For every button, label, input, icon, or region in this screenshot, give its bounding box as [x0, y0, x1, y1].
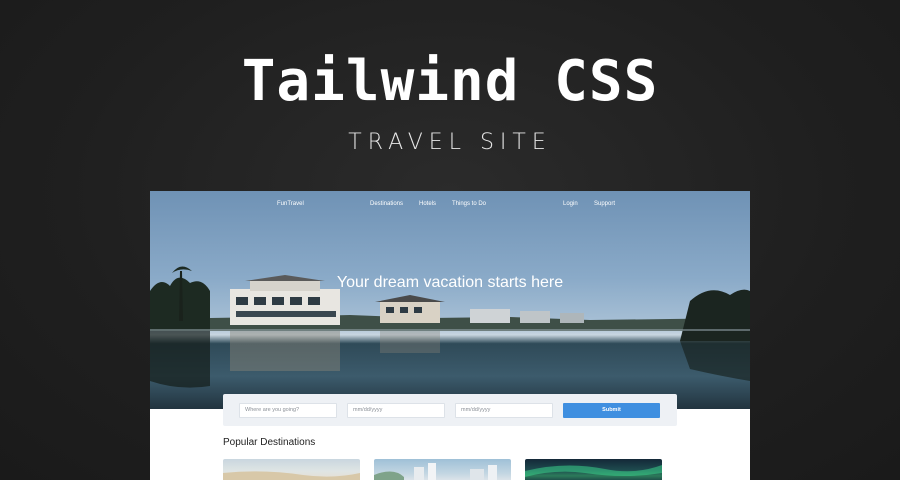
hero-landscape-image: [150, 266, 750, 388]
nav-link-destinations[interactable]: Destinations: [370, 200, 403, 208]
banner-subtitle: TRAVEL SITE: [348, 130, 552, 155]
submit-button[interactable]: Submit: [563, 403, 660, 418]
hero-heading: Your dream vacation starts here: [336, 274, 564, 291]
checkin-date-input[interactable]: mm/dd/yyyy: [347, 403, 445, 418]
destination-input[interactable]: Where are you going?: [239, 403, 337, 418]
brand-logo[interactable]: FunTravel: [277, 200, 304, 208]
destination-card-image: [525, 465, 662, 477]
destination-card-image: [223, 471, 360, 480]
top-nav: FunTravel Destinations Hotels Things to …: [150, 191, 750, 215]
checkout-date-input[interactable]: mm/dd/yyyy: [455, 403, 553, 418]
hero-section: FunTravel Destinations Hotels Things to …: [150, 191, 750, 409]
nav-link-hotels[interactable]: Hotels: [419, 200, 436, 208]
popular-destinations-heading: Popular Destinations: [223, 437, 316, 448]
nav-link-things-to-do[interactable]: Things to Do: [452, 200, 486, 208]
destination-card-image: [374, 463, 497, 480]
destination-card[interactable]: [374, 459, 511, 480]
login-link[interactable]: Login: [563, 200, 578, 208]
destination-card[interactable]: [223, 459, 360, 480]
support-link[interactable]: Support: [594, 200, 615, 208]
destination-card[interactable]: [525, 459, 662, 480]
search-form: Where are you going? mm/dd/yyyy mm/dd/yy…: [223, 394, 677, 426]
site-mockup: FunTravel Destinations Hotels Things to …: [150, 191, 750, 480]
banner-title: Tailwind CSS: [241, 49, 659, 114]
